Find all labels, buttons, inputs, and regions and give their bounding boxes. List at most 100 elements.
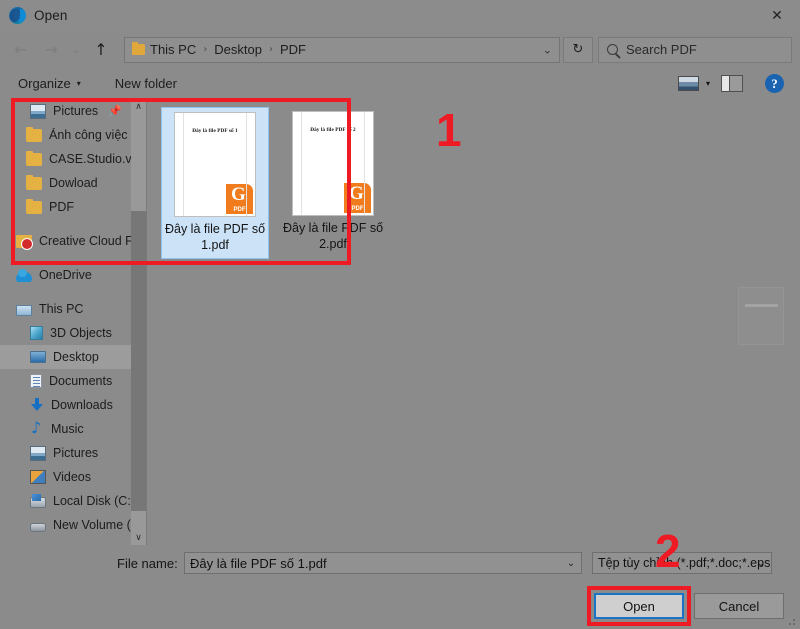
open-button[interactable]: Open: [594, 593, 684, 619]
new-folder-label: New folder: [114, 76, 177, 91]
file-type-dropdown[interactable]: Tệp tùy chỉnh (*.pdf;*.doc;*.eps; ⌄: [592, 552, 772, 574]
sidebar-item-anh-cong-viec[interactable]: Ảnh công việc: [0, 123, 146, 147]
sidebar-item-music[interactable]: Music: [0, 417, 146, 441]
sidebar-item-label: Music: [51, 422, 84, 436]
sidebar-item-documents[interactable]: Documents: [0, 369, 146, 393]
resize-grip[interactable]: [787, 617, 797, 627]
sidebar-item-onedrive[interactable]: OneDrive: [0, 263, 146, 287]
folder-icon: [26, 150, 42, 166]
search-placeholder: Search PDF: [626, 42, 697, 57]
sidebar-item-downloads[interactable]: Downloads: [0, 393, 146, 417]
file-grid: Đây là file PDF số 1 G PDF Đây là file P…: [161, 107, 387, 260]
navigation-bar: ← → ⌄ ↑ This PC › Desktop › PDF ⌄ ↻ Sear…: [0, 31, 800, 68]
pdf-badge-icon: G PDF: [226, 184, 253, 214]
folder-icon: [26, 126, 42, 142]
window-title: Open: [34, 8, 68, 23]
help-icon[interactable]: ?: [765, 74, 784, 93]
sidebar-item-creative-cloud-files[interactable]: Creative Cloud Files: [0, 229, 146, 253]
back-button[interactable]: ←: [6, 36, 36, 64]
organize-label: Organize: [18, 76, 71, 91]
recent-locations-button[interactable]: ⌄: [66, 36, 86, 64]
scrollbar-thumb[interactable]: [131, 211, 146, 511]
sidebar-item-this-pc[interactable]: This PC: [0, 297, 146, 321]
thumbnail-text: Đây là file PDF số 2: [310, 127, 356, 133]
breadcrumb-item-pdf[interactable]: PDF: [280, 42, 306, 57]
folder-icon: [26, 174, 42, 190]
file-thumbnail: Đây là file PDF số 1 G PDF: [174, 112, 256, 217]
sidebar-item-label: Pictures: [53, 104, 99, 118]
dialog-body: Pictures 📌 Ảnh công việc CASE.Studio.v2.…: [0, 98, 800, 545]
volume-icon: [30, 522, 46, 532]
pin-icon[interactable]: 📌: [108, 105, 122, 118]
navigation-pane: Pictures 📌 Ảnh công việc CASE.Studio.v2.…: [0, 99, 146, 545]
sidebar-item-local-disk-c[interactable]: Local Disk (C:): [0, 489, 146, 513]
file-item-pdf-2[interactable]: Đây là file PDF số 2 G PDF Đây là file P…: [279, 107, 387, 259]
file-type-value: Tệp tùy chỉnh (*.pdf;*.doc;*.eps;: [598, 556, 772, 570]
file-name-field-label: File name:: [117, 556, 178, 571]
sidebar-item-3d-objects[interactable]: 3D Objects: [0, 321, 146, 345]
annotation-number-2: 2: [655, 525, 681, 577]
command-bar-right: ▾ ?: [677, 68, 790, 99]
pdf-badge-type: PDF: [351, 206, 364, 212]
downloads-icon: [30, 398, 44, 412]
search-icon: [607, 44, 618, 55]
file-list-pane[interactable]: Đây là file PDF số 1 G PDF Đây là file P…: [147, 99, 800, 545]
chevron-down-icon[interactable]: ⌄: [561, 553, 581, 573]
music-icon: [30, 418, 44, 437]
sidebar-item-pictures-quick[interactable]: Pictures 📌: [0, 99, 146, 123]
address-bar[interactable]: This PC › Desktop › PDF ⌄: [124, 36, 560, 63]
pdf-badge-type: PDF: [233, 207, 246, 213]
forward-button[interactable]: →: [36, 36, 66, 64]
folder-icon: [26, 198, 42, 214]
sidebar-item-dowload[interactable]: Dowload: [0, 171, 146, 195]
search-input[interactable]: Search PDF: [598, 36, 792, 63]
documents-icon: [30, 374, 42, 388]
sidebar-item-pdf[interactable]: PDF: [0, 195, 146, 219]
file-item-pdf-1[interactable]: Đây là file PDF số 1 G PDF Đây là file P…: [161, 107, 269, 260]
sidebar-item-label: 3D Objects: [50, 326, 112, 340]
sidebar-item-label: Videos: [53, 470, 91, 484]
preview-pane-icon[interactable]: [721, 75, 743, 92]
new-folder-button[interactable]: New folder: [115, 76, 177, 91]
videos-icon: [30, 470, 46, 484]
chevron-down-icon[interactable]: ⌄: [543, 43, 552, 56]
edge-logo-icon: [9, 7, 26, 24]
sidebar-item-label: PDF: [49, 200, 74, 214]
close-icon[interactable]: ✕: [754, 0, 800, 31]
file-name-value: Đây là file PDF số 1.pdf: [190, 555, 327, 571]
onedrive-icon: [16, 268, 32, 282]
sidebar-item-label: Pictures: [53, 446, 99, 460]
view-options-icon[interactable]: [677, 76, 699, 91]
sidebar-item-label: Local Disk (C:): [53, 494, 135, 508]
sidebar-item-case-studio[interactable]: CASE.Studio.v2.2: [0, 147, 146, 171]
breadcrumb-item-this-pc[interactable]: This PC: [150, 42, 196, 57]
chevron-down-icon[interactable]: ⌄: [751, 553, 771, 573]
chevron-down-icon[interactable]: ▾: [706, 79, 710, 88]
scroll-down-icon[interactable]: ∨: [131, 530, 146, 545]
open-file-dialog: Open ✕ ← → ⌄ ↑ This PC › Desktop › PDF ⌄…: [0, 0, 800, 629]
sidebar-item-label: Desktop: [53, 350, 99, 364]
file-name-label: Đây là file PDF số 1.pdf: [164, 222, 266, 252]
title-bar: Open ✕: [0, 0, 800, 31]
breadcrumb-item-desktop[interactable]: Desktop: [214, 42, 262, 57]
sidebar-item-videos[interactable]: Videos: [0, 465, 146, 489]
sidebar-item-new-volume-d[interactable]: New Volume (D:): [0, 513, 146, 537]
refresh-icon[interactable]: ↻: [563, 36, 593, 63]
sidebar-item-pictures[interactable]: Pictures: [0, 441, 146, 465]
thumbnail-text: Đây là file PDF số 1: [192, 128, 238, 134]
breadcrumb-separator: ›: [203, 44, 208, 55]
up-button[interactable]: ↑: [86, 36, 116, 64]
sidebar-item-label: Dowload: [49, 176, 98, 190]
cancel-button[interactable]: Cancel: [694, 593, 784, 619]
disk-icon: [30, 494, 46, 508]
scroll-up-icon[interactable]: ∧: [131, 99, 146, 114]
sidebar-item-desktop[interactable]: Desktop: [0, 345, 146, 369]
3d-objects-icon: [30, 326, 43, 340]
file-name-input[interactable]: Đây là file PDF số 1.pdf ⌄: [184, 552, 582, 574]
folder-icon: [132, 42, 145, 55]
sidebar-scrollbar[interactable]: ∧ ∨: [131, 99, 146, 545]
organize-button[interactable]: Organize ▾: [18, 76, 81, 91]
breadcrumb-separator: ›: [268, 44, 273, 55]
